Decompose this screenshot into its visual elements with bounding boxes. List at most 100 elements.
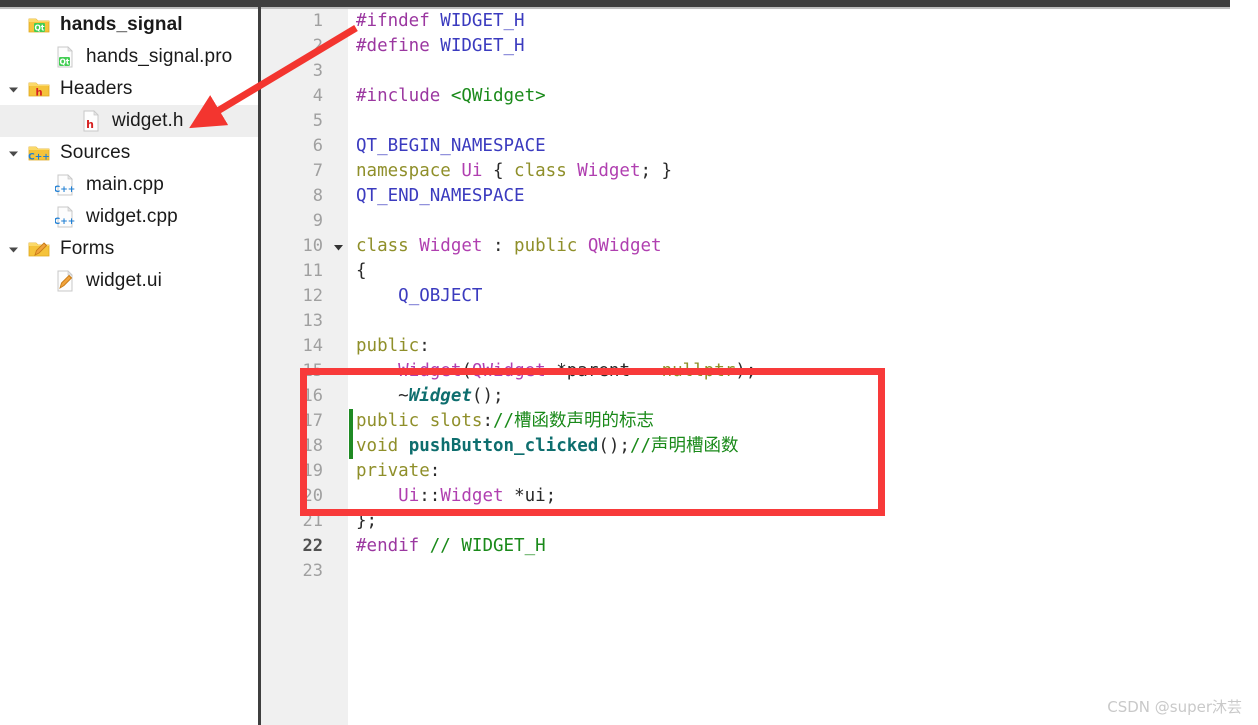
- line-number: 12: [302, 286, 323, 306]
- tree-item-widget-ui[interactable]: widget.ui: [0, 265, 258, 297]
- code-token: Widget: [419, 236, 483, 256]
- project-tree: Qt hands_signal Qt hands_signal.pro h He…: [0, 9, 258, 297]
- code-token: //声明槽函数: [629, 436, 739, 456]
- code-line[interactable]: 19 private:: [261, 459, 1258, 484]
- code-token: WIDGET_H: [440, 11, 525, 31]
- line-number: 5: [312, 111, 323, 131]
- tree-item-sources[interactable]: C++ Sources: [0, 137, 258, 169]
- line-number: 15: [302, 361, 323, 381]
- code-line[interactable]: 11 {: [261, 259, 1258, 284]
- code-line[interactable]: 12 Q_OBJECT: [261, 284, 1258, 309]
- code-line[interactable]: 13: [261, 309, 1258, 334]
- code-token: void: [356, 436, 409, 456]
- code-line-text: QT_BEGIN_NAMESPACE: [356, 134, 546, 159]
- tree-item-label: Headers: [60, 78, 133, 99]
- svg-text:h: h: [35, 88, 42, 99]
- code-token: {: [356, 261, 367, 281]
- cpp-file-icon: C++: [52, 206, 78, 228]
- code-token: public slots: [356, 411, 483, 431]
- code-token: public: [356, 336, 420, 356]
- code-line[interactable]: 15 Widget(QWidget *parent = nullptr);: [261, 359, 1258, 384]
- svg-text:Qt: Qt: [35, 23, 45, 32]
- code-token: #include: [356, 86, 451, 106]
- code-line[interactable]: 16 ~Widget();: [261, 384, 1258, 409]
- code-token: {: [482, 161, 515, 181]
- code-area[interactable]: 1 #ifndef WIDGET_H 2 #define WIDGET_H 3 4 #inc…: [261, 9, 1258, 725]
- tree-item-headers[interactable]: h Headers: [0, 73, 258, 105]
- line-number: 7: [312, 161, 323, 181]
- code-line[interactable]: 6 QT_BEGIN_NAMESPACE: [261, 134, 1258, 159]
- tree-item-label: Sources: [60, 142, 131, 163]
- code-line[interactable]: 22 #endif // WIDGET_H: [261, 534, 1258, 559]
- svg-text:C++: C++: [55, 185, 75, 195]
- tree-item-label: widget.cpp: [86, 206, 178, 227]
- code-token: namespace: [356, 161, 462, 181]
- code-line[interactable]: 8 QT_END_NAMESPACE: [261, 184, 1258, 209]
- code-line[interactable]: 14 public:: [261, 334, 1258, 359]
- code-line[interactable]: 4 #include <QWidget>: [261, 84, 1258, 109]
- tree-item-label: main.cpp: [86, 174, 164, 195]
- watermark-text: CSDN @super沐芸: [1107, 698, 1242, 716]
- code-line[interactable]: 23: [261, 559, 1258, 584]
- code-line-text: {: [356, 259, 367, 284]
- code-line[interactable]: 21};: [261, 509, 1258, 534]
- code-line-text: class Widget : public QWidget: [356, 234, 662, 259]
- code-line[interactable]: 7 namespace Ui { class Widget; }: [261, 159, 1258, 184]
- code-token: Ui: [461, 161, 483, 181]
- cpp-file-icon: C++: [52, 174, 78, 196]
- code-token: Widget: [440, 486, 504, 506]
- code-line-text: void pushButton_clicked();//声明槽函数: [356, 434, 739, 459]
- ui-folder-icon: [26, 239, 52, 259]
- chevron-down-icon[interactable]: [0, 243, 26, 256]
- code-line[interactable]: 1 #ifndef WIDGET_H: [261, 9, 1258, 34]
- code-line[interactable]: 10 class Widget : public QWidget: [261, 234, 1258, 259]
- change-marker-bar: [349, 409, 353, 434]
- code-line[interactable]: 5: [261, 109, 1258, 134]
- tree-item-forms[interactable]: Forms: [0, 233, 258, 265]
- tree-item-widget-cpp[interactable]: C++ widget.cpp: [0, 201, 258, 233]
- code-token: ();: [598, 436, 630, 456]
- line-number: 21: [302, 511, 323, 531]
- line-number: 2: [312, 36, 323, 56]
- code-line-text: Q_OBJECT: [356, 284, 482, 309]
- code-token: class: [356, 236, 420, 256]
- h-file-icon: h: [78, 110, 104, 132]
- code-token: Ui: [398, 486, 420, 506]
- fold-marker-icon[interactable]: [331, 234, 345, 259]
- code-token: ~: [356, 386, 409, 406]
- window-top-bar: [0, 0, 1230, 7]
- code-line[interactable]: 3: [261, 59, 1258, 84]
- code-token: <QWidget>: [450, 86, 546, 106]
- code-token: pushButton_clicked: [408, 436, 599, 456]
- code-line-text: ~Widget();: [356, 384, 503, 409]
- code-token: Q_OBJECT: [398, 286, 483, 306]
- code-token: #endif: [356, 536, 430, 556]
- line-number: 19: [302, 461, 323, 481]
- code-line[interactable]: 17 public slots://槽函数声明的标志: [261, 409, 1258, 434]
- tree-item-hands-signal[interactable]: Qt hands_signal: [0, 9, 258, 41]
- code-token: class: [514, 161, 578, 181]
- qt-file-icon: Qt: [52, 46, 78, 68]
- line-number: 13: [302, 311, 323, 331]
- code-token: :: [482, 236, 515, 256]
- code-editor[interactable]: 1 #ifndef WIDGET_H 2 #define WIDGET_H 3 4 #inc…: [261, 9, 1258, 725]
- code-line-text: #define WIDGET_H: [356, 34, 525, 59]
- line-number: 8: [312, 186, 323, 206]
- code-line-text: #ifndef WIDGET_H: [356, 9, 525, 34]
- chevron-down-icon[interactable]: [0, 83, 26, 96]
- tree-item-main-cpp[interactable]: C++ main.cpp: [0, 169, 258, 201]
- code-line[interactable]: 9: [261, 209, 1258, 234]
- line-number: 4: [312, 86, 323, 106]
- code-token: WIDGET_H: [440, 36, 525, 56]
- code-line[interactable]: 20 Ui::Widget *ui;: [261, 484, 1258, 509]
- tree-item-widget-h[interactable]: h widget.h: [0, 105, 258, 137]
- tree-item-hands-signal-pro[interactable]: Qt hands_signal.pro: [0, 41, 258, 73]
- code-line[interactable]: 18 void pushButton_clicked();//声明槽函数: [261, 434, 1258, 459]
- code-line-text: private:: [356, 459, 440, 484]
- line-number: 6: [312, 136, 323, 156]
- code-token: ; }: [640, 161, 673, 181]
- code-token: // WIDGET_H: [429, 536, 546, 556]
- chevron-down-icon[interactable]: [0, 147, 26, 160]
- code-line[interactable]: 2 #define WIDGET_H: [261, 34, 1258, 59]
- line-number: 11: [302, 261, 323, 281]
